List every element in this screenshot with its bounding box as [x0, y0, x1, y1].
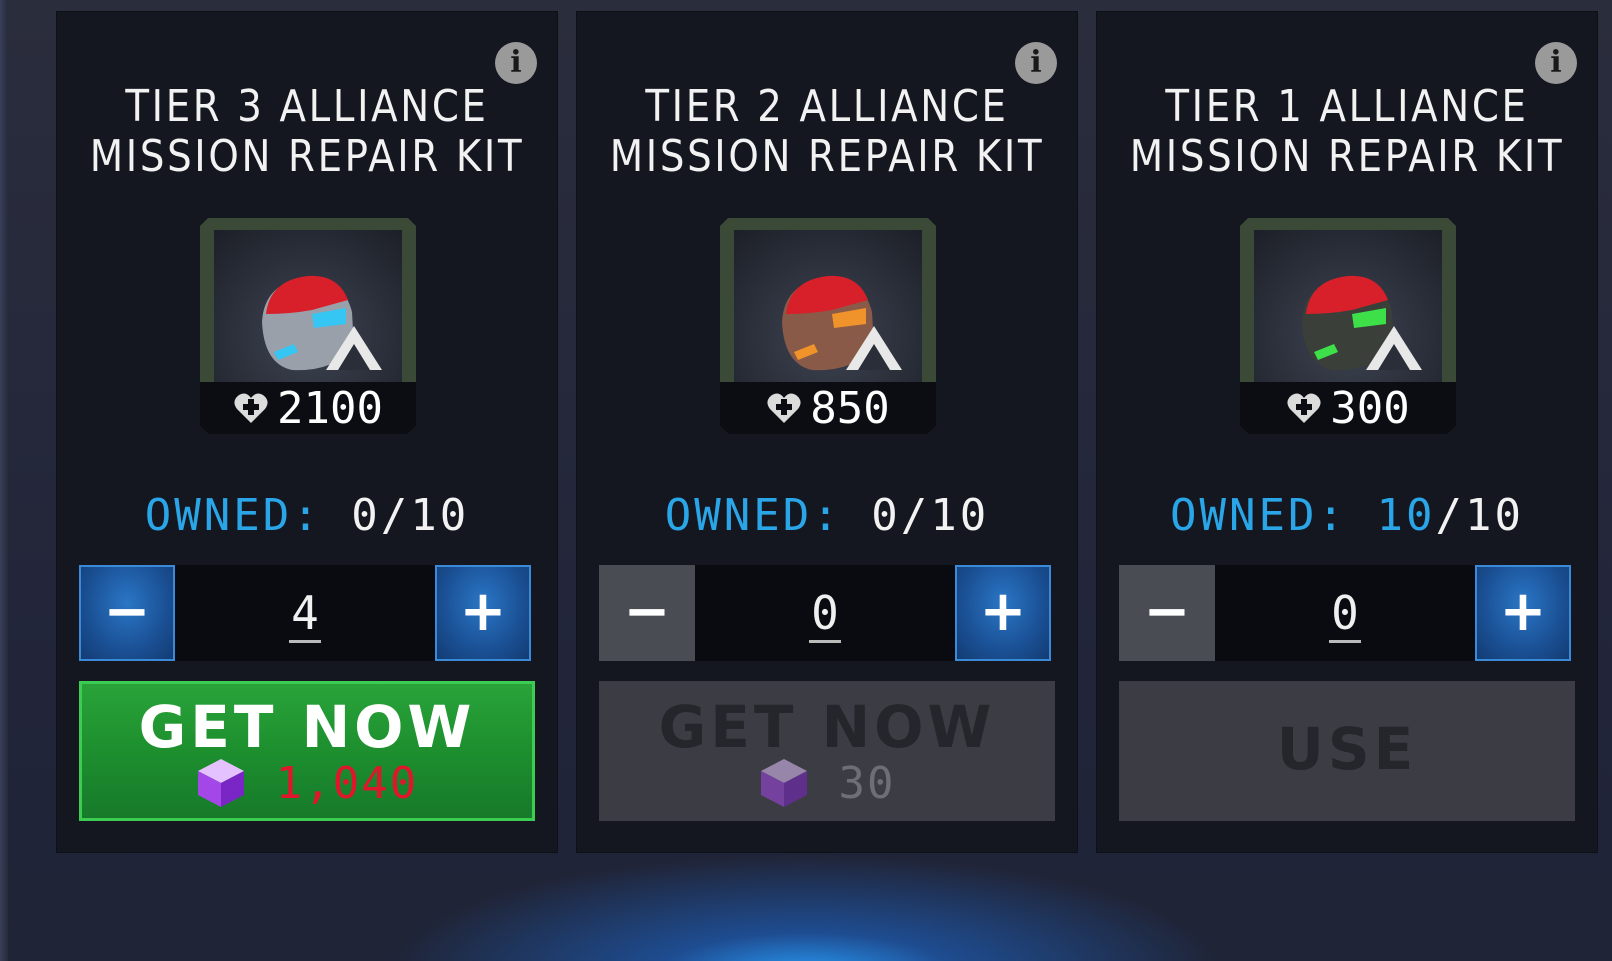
quantity-stepper: − 0 +: [599, 565, 1051, 661]
item-title-line-1: TIER 1 ALLIANCE: [1165, 81, 1529, 132]
item-portrait: 850: [720, 218, 936, 434]
heart-plus-icon: [767, 393, 801, 423]
price-value: 30: [838, 757, 896, 809]
decrease-button[interactable]: −: [79, 565, 175, 661]
item-portrait: 2100: [200, 218, 416, 434]
owned-count: 10: [1376, 490, 1436, 541]
item-title-line-2: MISSION REPAIR KIT: [1129, 131, 1565, 182]
owned-counter: OWNED: 10/10: [1097, 490, 1597, 541]
heal-amount: 2100: [277, 382, 383, 434]
quantity-value[interactable]: 0: [695, 565, 955, 661]
store-card-tier-2: i TIER 2 ALLIANCE MISSION REPAIR KIT 850…: [577, 12, 1077, 852]
gem-cube-icon: [760, 759, 807, 807]
get-now-button[interactable]: GET NOW 1,040: [79, 681, 535, 821]
increase-button[interactable]: +: [955, 565, 1051, 661]
store-card-tier-1: i TIER 1 ALLIANCE MISSION REPAIR KIT 300…: [1097, 12, 1597, 852]
action-label: GET NOW: [658, 693, 996, 761]
helmet-icon: [782, 275, 902, 371]
helmet-icon: [262, 275, 382, 371]
heal-amount: 300: [1330, 382, 1410, 434]
item-title: TIER 1 ALLIANCE MISSION REPAIR KIT: [1127, 82, 1567, 182]
quantity-number: 4: [289, 586, 321, 643]
store-screen: i TIER 3 ALLIANCE MISSION REPAIR KIT 210…: [0, 0, 1612, 961]
action-label: GET NOW: [138, 693, 476, 761]
heal-amount: 850: [810, 382, 890, 434]
heal-stat: 2100: [200, 382, 416, 434]
item-title: TIER 2 ALLIANCE MISSION REPAIR KIT: [607, 82, 1047, 182]
heart-plus-icon: [234, 393, 268, 423]
store-card-tier-3: i TIER 3 ALLIANCE MISSION REPAIR KIT 210…: [57, 12, 557, 852]
item-title-line-2: MISSION REPAIR KIT: [609, 131, 1045, 182]
quantity-value[interactable]: 0: [1215, 565, 1475, 661]
quantity-number: 0: [809, 586, 841, 643]
item-title-line-1: TIER 3 ALLIANCE: [125, 81, 489, 132]
use-button[interactable]: USE: [1119, 681, 1575, 821]
item-title-line-2: MISSION REPAIR KIT: [89, 131, 525, 182]
info-icon[interactable]: i: [1015, 42, 1057, 84]
owned-label: OWNED:: [144, 490, 322, 541]
owned-label: OWNED:: [1170, 490, 1347, 541]
helmet-icon: [1302, 275, 1422, 371]
quantity-number: 0: [1329, 586, 1361, 643]
increase-button[interactable]: +: [435, 565, 531, 661]
quantity-stepper: − 4 +: [79, 565, 531, 661]
owned-counter: OWNED: 0/10: [57, 490, 557, 541]
owned-count: 0: [351, 490, 381, 541]
owned-count: 0: [871, 490, 901, 541]
panel-edge: [0, 0, 8, 961]
owned-counter: OWNED: 0/10: [577, 490, 1077, 541]
gem-cube-icon: [197, 759, 244, 807]
info-icon[interactable]: i: [495, 42, 537, 84]
increase-button[interactable]: +: [1475, 565, 1571, 661]
decrease-button[interactable]: −: [599, 565, 695, 661]
owned-max: /10: [900, 490, 990, 541]
action-label: USE: [1276, 715, 1418, 783]
heal-stat: 850: [720, 382, 936, 434]
price: 30: [599, 757, 1055, 809]
item-title-line-1: TIER 2 ALLIANCE: [645, 81, 1009, 132]
info-icon[interactable]: i: [1535, 42, 1577, 84]
owned-max: /10: [1435, 490, 1524, 541]
quantity-stepper: − 0 +: [1119, 565, 1571, 661]
item-portrait: 300: [1240, 218, 1456, 434]
decrease-button[interactable]: −: [1119, 565, 1215, 661]
price: 1,040: [79, 757, 535, 809]
owned-max: /10: [380, 490, 470, 541]
price-value: 1,040: [275, 757, 419, 809]
heart-plus-icon: [1287, 393, 1321, 423]
owned-label: OWNED:: [664, 490, 842, 541]
heal-stat: 300: [1240, 382, 1456, 434]
item-title: TIER 3 ALLIANCE MISSION REPAIR KIT: [87, 82, 527, 182]
get-now-button[interactable]: GET NOW 30: [599, 681, 1055, 821]
quantity-value[interactable]: 4: [175, 565, 435, 661]
